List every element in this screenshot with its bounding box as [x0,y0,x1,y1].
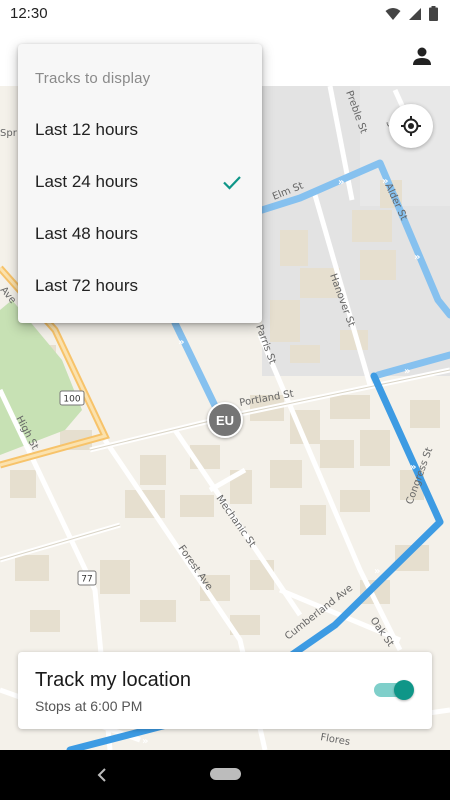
svg-text:»: » [414,252,420,263]
status-icons [385,6,438,21]
back-icon[interactable] [92,763,112,787]
svg-text:77: 77 [81,575,92,585]
route-shield-77: 77 [77,570,97,586]
account-button[interactable] [408,42,436,70]
signal-icon [409,7,421,20]
svg-text:»: » [178,337,184,348]
wifi-icon [385,7,401,20]
street-label-forest: Forest Ave [176,543,215,592]
street-label-flores: Flores [319,732,350,748]
svg-text:»: » [338,177,344,188]
toggle-thumb [394,680,414,700]
option-last-48-hours[interactable]: Last 48 hours [18,208,262,260]
home-pill-icon[interactable] [210,768,241,780]
my-location-button[interactable] [389,104,433,148]
option-label: Last 72 hours [35,276,139,295]
track-location-toggle[interactable] [374,680,416,702]
option-label: Last 48 hours [35,224,139,243]
track-title: Track my location [35,669,191,691]
track-subtitle: Stops at 6:00 PM [35,698,143,714]
option-last-24-hours[interactable]: Last 24 hours [18,156,262,208]
route-shield-100: 100 [59,390,85,406]
battery-icon [429,6,438,21]
status-bar: 12:30 [0,0,450,28]
track-location-card: Track my location Stops at 6:00 PM [18,652,432,729]
svg-text:»: » [404,366,410,377]
svg-text:»: » [374,566,380,577]
svg-text:»: » [142,736,148,747]
status-time: 12:30 [10,5,48,22]
option-last-72-hours[interactable]: Last 72 hours [18,260,262,312]
dropdown-header: Tracks to display [35,70,151,87]
account-icon [413,47,431,65]
street-label-spring: Spr [0,128,18,139]
tracks-dropdown-menu: Tracks to display Last 12 hours Last 24 … [18,44,262,323]
system-nav-bar [0,750,450,800]
my-location-icon [401,116,421,136]
user-location-marker[interactable]: EU [207,402,243,438]
option-last-12-hours[interactable]: Last 12 hours [18,104,262,156]
option-label: Last 12 hours [35,120,139,139]
check-icon [223,176,241,190]
svg-text:100: 100 [63,395,80,405]
option-label: Last 24 hours [35,172,139,191]
